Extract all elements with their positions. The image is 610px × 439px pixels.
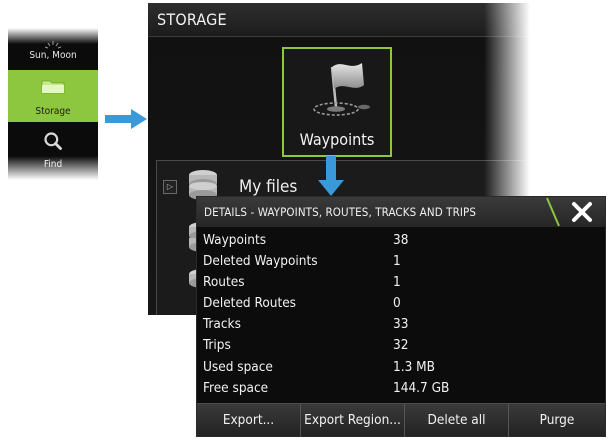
detail-value: 1 [393,274,401,291]
folder-icon [41,80,65,94]
detail-row-deleted-routes: Deleted Routes 0 [197,293,605,314]
export-button[interactable]: Export... [197,404,301,437]
detail-label: Waypoints [203,232,267,248]
detail-row-deleted-waypoints: Deleted Waypoints 1 [197,251,605,272]
detail-row-free-space: Free space 144.7 GB [197,378,605,399]
detail-label: Deleted Waypoints [203,253,318,270]
detail-label: Free space [203,379,269,396]
detail-row-used-space: Used space 1.3 MB [197,357,605,378]
detail-value: 144.7 GB [393,379,450,396]
my-files-label[interactable]: My files [239,177,297,197]
export-region-button[interactable]: Export Region... [301,404,405,437]
menu-item-label: Find [43,159,63,170]
details-title: DETAILS - WAYPOINTS, ROUTES, TRACKS AND … [204,205,477,219]
details-dialog: DETAILS - WAYPOINTS, ROUTES, TRACKS AND … [196,196,606,437]
details-footer: Export... Export Region... Delete all Pu… [197,403,605,437]
side-menu: Sun, Moon Storage Find [8,28,98,180]
menu-item-find[interactable]: Find [8,125,98,175]
detail-row-trips: Trips 32 [197,335,605,356]
detail-row-waypoints: Waypoints 38 [197,230,605,251]
menu-item-storage[interactable]: Storage [8,70,98,122]
detail-label: Used space [203,358,273,375]
detail-value: 0 [393,295,401,312]
detail-value: 1 [393,253,401,270]
expand-icon[interactable]: ▷ [163,180,177,194]
details-rows: Waypoints 38 Deleted Waypoints 1 Routes … [197,230,605,399]
purge-button[interactable]: Purge [509,404,605,437]
menu-item-label: Sun, Moon [29,50,77,61]
detail-label: Tracks [203,316,241,333]
details-header: DETAILS - WAYPOINTS, ROUTES, TRACKS AND … [197,197,605,227]
detail-value: 38 [393,232,409,248]
detail-label: Trips [203,337,231,354]
close-icon [572,202,592,222]
detail-row-tracks: Tracks 33 [197,314,605,335]
detail-value: 1.3 MB [393,358,435,375]
divider-slash-icon [546,197,560,227]
delete-all-button[interactable]: Delete all [405,404,509,437]
detail-value: 33 [393,316,409,333]
detail-label: Routes [203,274,245,291]
storage-header: STORAGE [148,3,530,37]
waypoints-tile[interactable]: Waypoints [282,47,392,157]
menu-item-sun-moon[interactable]: Sun, Moon [8,38,98,66]
waypoints-label: Waypoints [299,130,375,149]
arrow-down-icon [318,156,344,196]
close-button[interactable] [545,197,605,227]
menu-item-label: Storage [35,106,71,117]
storage-title: STORAGE [157,10,227,29]
arrow-right-icon [105,109,147,129]
detail-row-routes: Routes 1 [197,272,605,293]
magnifier-icon [44,132,62,150]
waypoint-flag-icon [313,63,370,116]
detail-value: 32 [393,337,409,354]
detail-label: Deleted Routes [203,295,297,312]
